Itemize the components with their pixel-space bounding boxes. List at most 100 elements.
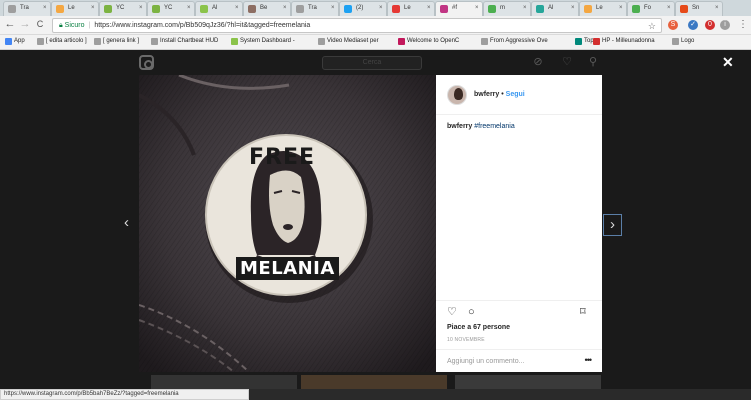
tab-close-icon[interactable]: × [331, 5, 335, 11]
star-icon[interactable]: ☆ [648, 21, 656, 32]
browser-tab[interactable]: Tra × [291, 1, 339, 16]
heart-icon[interactable]: ♡ [560, 55, 574, 69]
bookmark-label: HP - Milleunadonna [602, 38, 655, 44]
tab-favicon-icon [104, 5, 112, 13]
caption-username[interactable]: bwferry [447, 123, 472, 130]
avatar[interactable] [447, 85, 467, 105]
bookmark-icon [231, 38, 238, 45]
post-date: 10 NOVEMBRE [447, 337, 485, 343]
bookmark-item[interactable]: From Aggressive Ove [481, 38, 548, 45]
tab-close-icon[interactable]: × [619, 5, 623, 11]
browser-tab[interactable]: Al × [195, 1, 243, 16]
browser-tab[interactable]: Sn × [675, 1, 723, 16]
prev-arrow-icon[interactable]: ‹ [124, 214, 129, 231]
more-options-icon[interactable]: ••• [585, 355, 593, 365]
extension-icon[interactable]: 0 [705, 20, 715, 30]
related-post-thumb[interactable] [301, 375, 447, 390]
browser-tab[interactable]: YC × [99, 1, 147, 16]
bookmark-item[interactable]: Install Chartbeat HUD [151, 38, 218, 45]
tab-close-icon[interactable]: × [379, 5, 383, 11]
tab-label: Fo [644, 5, 652, 11]
like-icon[interactable]: ♡ [447, 307, 457, 318]
browser-tab[interactable]: #f × [435, 1, 483, 16]
url-separator: | [88, 22, 91, 29]
bookmark-item[interactable]: Logo [672, 38, 694, 45]
tab-close-icon[interactable]: × [43, 5, 47, 11]
bookmark-icon [481, 38, 488, 45]
back-icon[interactable]: ← [3, 18, 17, 30]
related-post-thumb[interactable] [455, 375, 601, 390]
tab-favicon-icon [56, 5, 64, 13]
bookmark-label: [ genera link ] [103, 38, 140, 44]
hashtag-link[interactable]: #freemelania [474, 123, 514, 130]
tab-close-icon[interactable]: × [427, 5, 431, 11]
browser-tab[interactable]: (2) × [339, 1, 387, 16]
tab-close-icon[interactable]: × [91, 5, 95, 11]
tab-label: YC [116, 5, 125, 11]
tab-close-icon[interactable]: × [283, 5, 287, 11]
instagram-logo-icon[interactable] [139, 55, 154, 70]
chrome-menu-icon[interactable]: ⋮ [738, 19, 748, 30]
post-username[interactable]: bwferry [474, 91, 499, 98]
url-input[interactable]: 🔒︎ Sicuro | https://www.instagram.com/p/Bb… [52, 18, 662, 33]
post-photo[interactable]: FREE MELANIA [139, 75, 436, 372]
related-post-thumb[interactable] [151, 375, 297, 390]
explore-icon[interactable]: ⊘ [531, 55, 545, 69]
bookmark-item[interactable]: HP - Milleunadonna [593, 38, 655, 45]
next-arrow-icon[interactable]: › [603, 214, 622, 236]
bookmark-label: [ edita articolo ] [46, 38, 87, 44]
dot-separator: • [501, 91, 504, 98]
reload-icon[interactable]: C [33, 19, 47, 29]
bookmark-icon [37, 38, 44, 45]
browser-tab[interactable]: Al × [531, 1, 579, 16]
bookmark-item[interactable]: Top [575, 38, 594, 45]
tab-close-icon[interactable]: × [187, 5, 191, 11]
tab-close-icon[interactable]: × [475, 5, 479, 11]
tab-label: Tra [20, 5, 29, 11]
tab-label: Le [68, 5, 75, 11]
likes-count[interactable]: Piace a 67 persone [447, 324, 510, 331]
profile-icon[interactable]: ⚲ [586, 55, 600, 69]
browser-tab[interactable]: Le × [51, 1, 99, 16]
tab-close-icon[interactable]: × [235, 5, 239, 11]
extension-icon[interactable]: i [720, 20, 730, 30]
browser-tab[interactable]: Tra × [3, 1, 51, 16]
bookmark-item[interactable]: System Dashboard - [231, 38, 295, 45]
bookmark-label: Welcome to OpenC [407, 38, 460, 44]
tab-close-icon[interactable]: × [139, 5, 143, 11]
browser-tab[interactable]: YC × [147, 1, 195, 16]
browser-tab[interactable]: Fo × [627, 1, 675, 16]
bookmark-item[interactable]: [ genera link ] [94, 38, 140, 45]
tab-favicon-icon [200, 5, 208, 13]
search-input[interactable]: Cerca [322, 56, 422, 70]
tab-label: m [500, 5, 505, 11]
post-header: bwferry • Segui [436, 75, 602, 115]
close-icon[interactable]: ✕ [722, 54, 734, 71]
browser-tab[interactable]: Le × [387, 1, 435, 16]
tab-close-icon[interactable]: × [715, 5, 719, 11]
comment-input[interactable]: Aggiungi un commento... [447, 358, 524, 365]
tab-label: Le [404, 5, 411, 11]
bookmark-item[interactable]: Welcome to OpenC [398, 38, 460, 45]
save-icon[interactable]: ⌑ [580, 307, 586, 318]
tab-close-icon[interactable]: × [523, 5, 527, 11]
tab-close-icon[interactable]: × [667, 5, 671, 11]
browser-tab[interactable]: m × [483, 1, 531, 16]
tab-close-icon[interactable]: × [571, 5, 575, 11]
extension-icon[interactable]: ✓ [688, 20, 698, 30]
tab-favicon-icon [488, 5, 496, 13]
forward-icon[interactable]: → [18, 18, 32, 30]
related-posts-strip [151, 375, 601, 390]
extension-icon[interactable]: S [668, 20, 678, 30]
comment-icon[interactable]: ○ [468, 307, 475, 318]
tab-bar: Tra × Le × YC × YC × Al × Be × Tra × (2) × Le × #f × m × Al × Le… [0, 0, 751, 16]
browser-tab[interactable]: Be × [243, 1, 291, 16]
bookmark-item[interactable]: Video Mediaset per [318, 38, 379, 45]
follow-button[interactable]: Segui [506, 91, 525, 98]
secure-label: Sicuro [64, 22, 85, 29]
bookmark-item[interactable]: App [5, 38, 25, 45]
browser-tab[interactable]: Le × [579, 1, 627, 16]
bookmark-icon [398, 38, 405, 45]
bookmark-item[interactable]: [ edita articolo ] [37, 38, 87, 45]
tab-label: Al [212, 5, 218, 11]
